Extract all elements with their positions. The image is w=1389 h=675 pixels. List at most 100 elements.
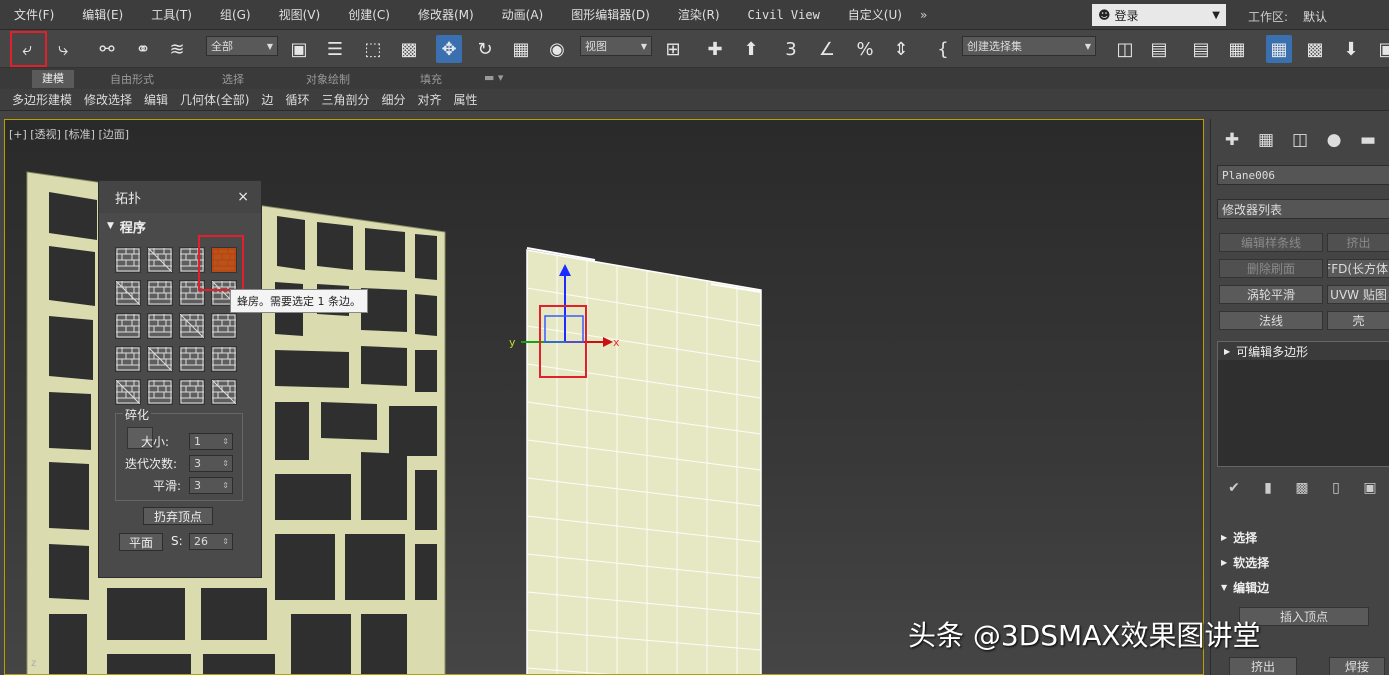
pin-stack-icon[interactable]: ✔ — [1217, 480, 1251, 496]
menu-create[interactable]: 创建(C) — [334, 6, 404, 23]
edit-edges-rollout[interactable]: ▼ 编辑边 — [1217, 577, 1389, 597]
weld-button[interactable]: 焊接 — [1329, 657, 1385, 675]
topology-cracked-icon[interactable] — [147, 280, 173, 306]
rectangular-selection-icon[interactable]: ⬚ — [360, 35, 386, 63]
stack-item-editable-poly[interactable]: ▶ 可编辑多边形 — [1218, 342, 1389, 360]
object-name-field[interactable]: Plane006 — [1217, 165, 1389, 185]
make-unique-icon[interactable]: ▩ — [1285, 480, 1319, 496]
size-spinner[interactable]: 1 ⇕ — [189, 433, 233, 450]
ffd-box-button[interactable]: FFD(长方体) — [1327, 259, 1389, 278]
topology-shatter-icon[interactable] — [115, 346, 141, 372]
plane-button[interactable]: 平面 — [119, 533, 163, 551]
menu-view[interactable]: 视图(V) — [265, 6, 335, 23]
remove-modifier-icon[interactable]: ▯ — [1319, 480, 1353, 496]
topology-diamond-icon[interactable] — [179, 313, 205, 339]
menu-modifiers[interactable]: 修改器(M) — [404, 6, 488, 23]
topology-grid-brick-icon[interactable] — [115, 247, 141, 273]
tab-populate[interactable]: 填充 — [420, 71, 442, 87]
iterations-spinner[interactable]: 3 ⇕ — [189, 455, 233, 472]
ribbon-tris[interactable]: 三角剖分 — [321, 91, 369, 108]
topology-weave-icon[interactable] — [147, 313, 173, 339]
menu-graph-editors[interactable]: 图形编辑器(D) — [557, 6, 664, 23]
topology-brick-icon[interactable] — [147, 247, 173, 273]
layer-explorer-icon[interactable]: ▤ — [1188, 35, 1214, 63]
ribbon-options-icon[interactable]: ▬ ▾ — [484, 71, 503, 84]
delete-mesh-button[interactable]: 删除刷面 — [1219, 259, 1323, 278]
topology-lattice-icon[interactable] — [211, 313, 237, 339]
spinner-snap-icon[interactable]: ⇕ — [888, 35, 914, 63]
ribbon-geometry-all[interactable]: 几何体(全部) — [180, 91, 249, 108]
unlink-icon[interactable]: ⚭ — [130, 35, 156, 63]
shell-button[interactable]: 壳 — [1327, 311, 1389, 330]
procedural-rollout[interactable]: ▼ 程序 — [107, 217, 253, 236]
turbosmooth-button[interactable]: 涡轮平滑 — [1219, 285, 1323, 304]
ribbon-edit[interactable]: 编辑 — [144, 91, 168, 108]
percent-snap-icon[interactable]: % — [852, 35, 878, 63]
workspace-dropdown[interactable]: 默认 — [1303, 8, 1327, 25]
edit-spline-button[interactable]: 编辑样条线 — [1219, 233, 1323, 252]
spinner-arrows-icon[interactable]: ⇕ — [222, 537, 229, 546]
topology-block-icon[interactable] — [115, 379, 141, 405]
menu-animation[interactable]: 动画(A) — [488, 6, 558, 23]
normal-button[interactable]: 法线 — [1219, 311, 1323, 330]
select-by-name-icon[interactable]: ☰ — [322, 35, 348, 63]
menu-tools[interactable]: 工具(T) — [137, 6, 206, 23]
menu-file[interactable]: 文件(F) — [0, 6, 68, 23]
keyboard-shortcut-toggle-icon[interactable]: ⬆ — [738, 35, 764, 63]
select-and-rotate-icon[interactable]: ↻ — [472, 35, 498, 63]
hierarchy-tab-icon[interactable]: ◫ — [1283, 127, 1317, 153]
expand-icon[interactable]: ▶ — [1224, 347, 1230, 356]
select-and-scale-icon[interactable]: ▦ — [508, 35, 534, 63]
create-tab-icon[interactable]: ✚ — [1215, 127, 1249, 153]
tab-modeling[interactable]: 建模 — [32, 70, 74, 88]
align-icon[interactable]: ▤ — [1146, 35, 1172, 63]
soft-selection-rollout[interactable]: ▶ 软选择 — [1217, 552, 1389, 572]
select-object-icon[interactable]: ▣ — [286, 35, 312, 63]
spinner-arrows-icon[interactable]: ⇕ — [222, 481, 229, 490]
curve-editor-icon[interactable]: ▦ — [1266, 35, 1292, 63]
motion-tab-icon[interactable]: ● — [1317, 127, 1351, 153]
render-setup-icon[interactable]: ▣ — [1374, 35, 1389, 63]
close-icon[interactable]: × — [237, 189, 249, 205]
named-selection-dropdown[interactable]: 创建选择集 ▼ — [962, 36, 1096, 56]
topology-checker-icon[interactable] — [115, 313, 141, 339]
topology-mosaic-icon[interactable] — [211, 346, 237, 372]
ribbon-align[interactable]: 对齐 — [417, 91, 441, 108]
pivot-center-icon[interactable]: ⊞ — [660, 35, 686, 63]
extrude-modifier-button[interactable]: 挤出 — [1327, 233, 1389, 252]
tab-object-paint[interactable]: 对象绘制 — [306, 71, 350, 87]
link-icon[interactable]: ⚯ — [94, 35, 120, 63]
menu-edit[interactable]: 编辑(E) — [68, 6, 137, 23]
display-tab-icon[interactable]: ▬ — [1351, 127, 1385, 153]
topology-column-icon[interactable] — [211, 379, 237, 405]
selection-rollout[interactable]: ▶ 选择 — [1217, 527, 1389, 547]
bind-space-warp-icon[interactable]: ≋ — [164, 35, 190, 63]
configure-sets-icon[interactable]: ▣ — [1353, 480, 1387, 496]
ribbon-polygon-modeling[interactable]: 多边形建模 — [12, 91, 72, 108]
menu-rendering[interactable]: 渲染(R) — [664, 6, 734, 23]
toggle-ribbon-icon[interactable]: ▦ — [1224, 35, 1250, 63]
redo-icon[interactable]: ⤷ — [50, 35, 76, 63]
ribbon-modify-selection[interactable]: 修改选择 — [84, 91, 132, 108]
modifier-list-dropdown[interactable]: 修改器列表 — [1217, 199, 1389, 219]
menu-group[interactable]: 组(G) — [206, 6, 265, 23]
select-and-place-icon[interactable]: ◉ — [544, 35, 570, 63]
login-dropdown[interactable]: ☻ 登录 ▼ — [1092, 4, 1226, 26]
tab-selection[interactable]: 选择 — [222, 71, 244, 87]
s-spinner[interactable]: 26 ⇕ — [189, 533, 233, 550]
angle-snap-icon[interactable]: ∠ — [814, 35, 840, 63]
select-manipulate-icon[interactable]: ✚ — [702, 35, 728, 63]
reference-coordinate-dropdown[interactable]: 视图 ▼ — [580, 36, 652, 56]
viewport-label[interactable]: [+] [透视] [标准] [边面] — [9, 126, 129, 142]
topology-stack-icon[interactable] — [147, 379, 173, 405]
ribbon-edges[interactable]: 边 — [261, 91, 273, 108]
spinner-arrows-icon[interactable]: ⇕ — [222, 459, 229, 468]
select-and-move-icon[interactable]: ✥ — [436, 35, 462, 63]
show-end-result-icon[interactable]: ▮ — [1251, 480, 1285, 496]
menu-civil-view[interactable]: Civil View — [734, 8, 834, 22]
ribbon-subdivision[interactable]: 细分 — [381, 91, 405, 108]
edit-named-selection-icon[interactable]: { — [930, 35, 956, 63]
smooth-spinner[interactable]: 3 ⇕ — [189, 477, 233, 494]
topology-tile-icon[interactable] — [147, 346, 173, 372]
spinner-arrows-icon[interactable]: ⇕ — [222, 437, 229, 446]
